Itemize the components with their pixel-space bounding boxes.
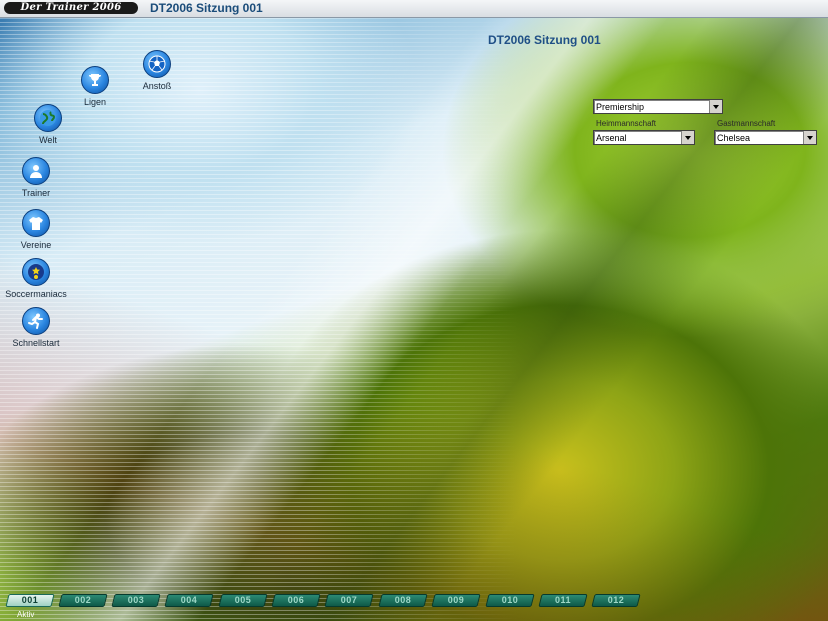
vereine-shortcut[interactable]: Vereine <box>0 209 81 250</box>
welt-shortcut[interactable]: Welt <box>3 104 93 145</box>
session-tab-006[interactable]: 006 <box>271 594 321 607</box>
session-tab-008[interactable]: 008 <box>378 594 428 607</box>
session-tab-label: 002 <box>74 595 92 605</box>
schnellstart-shortcut[interactable]: Schnellstart <box>0 307 81 348</box>
away-team-select[interactable]: Chelsea <box>714 130 817 145</box>
home-team-select[interactable]: Arsenal <box>593 130 695 145</box>
session-tab-label: 012 <box>607 595 625 605</box>
vereine-label: Vereine <box>20 240 52 250</box>
globe-icon <box>34 104 62 132</box>
session-title: DT2006 Sitzung 001 <box>488 33 601 47</box>
session-tab-label: 005 <box>234 595 252 605</box>
session-tab-label: 006 <box>287 595 305 605</box>
runner-icon <box>22 307 50 335</box>
trainer-label: Trainer <box>21 188 51 198</box>
home-team-value: Arsenal <box>596 133 627 143</box>
welt-label: Welt <box>39 135 57 145</box>
session-tab-003[interactable]: 003 <box>111 594 161 607</box>
session-tab-label: 008 <box>394 595 412 605</box>
session-tab-label: 007 <box>340 595 358 605</box>
away-team-label: Gastmannschaft <box>717 119 776 128</box>
anstoss-shortcut[interactable]: Anstoß <box>112 50 202 91</box>
jersey-icon <box>22 209 50 237</box>
session-tab-010[interactable]: 010 <box>485 594 535 607</box>
soccermaniacs-shortcut[interactable]: Soccermaniacs <box>0 258 81 299</box>
session-tab-001[interactable]: 001 <box>5 594 55 607</box>
league-select-value: Premiership <box>596 102 645 112</box>
session-tab-label: 001 <box>21 595 39 605</box>
chevron-down-icon[interactable] <box>803 131 816 144</box>
session-tab-002[interactable]: 002 <box>58 594 108 607</box>
window-title: DT2006 Sitzung 001 <box>150 1 263 15</box>
stars-icon <box>22 258 50 286</box>
session-tab-label: 011 <box>554 595 572 605</box>
person-icon <box>22 157 50 185</box>
home-team-label: Heimmannschaft <box>596 119 657 128</box>
desktop: Der Trainer 2006 DT2006 Sitzung 001 DT20… <box>0 0 828 621</box>
session-tab-label: 010 <box>501 595 519 605</box>
chevron-down-icon[interactable] <box>681 131 694 144</box>
chevron-down-icon[interactable] <box>709 100 722 113</box>
session-tab-004[interactable]: 004 <box>164 594 214 607</box>
active-tab-label: Aktiv <box>17 610 35 619</box>
session-tab-label: 009 <box>447 595 465 605</box>
title-bar: Der Trainer 2006 DT2006 Sitzung 001 <box>0 0 828 18</box>
trophy-icon <box>81 66 109 94</box>
session-tab-005[interactable]: 005 <box>218 594 268 607</box>
anstoss-label: Anstoß <box>142 81 172 91</box>
session-tab-label: 003 <box>127 595 145 605</box>
session-tab-012[interactable]: 012 <box>591 594 641 607</box>
session-tab-009[interactable]: 009 <box>431 594 481 607</box>
away-team-value: Chelsea <box>717 133 751 143</box>
trainer-shortcut[interactable]: Trainer <box>0 157 81 198</box>
session-tab-011[interactable]: 011 <box>538 594 588 607</box>
league-select[interactable]: Premiership <box>593 99 723 114</box>
schnellstart-label: Schnellstart <box>12 338 60 348</box>
session-tab-007[interactable]: 007 <box>324 594 374 607</box>
soccermaniacs-label: Soccermaniacs <box>5 289 67 299</box>
football-icon <box>143 50 171 78</box>
app-logo: Der Trainer 2006 <box>4 2 138 14</box>
session-tab-label: 004 <box>180 595 198 605</box>
